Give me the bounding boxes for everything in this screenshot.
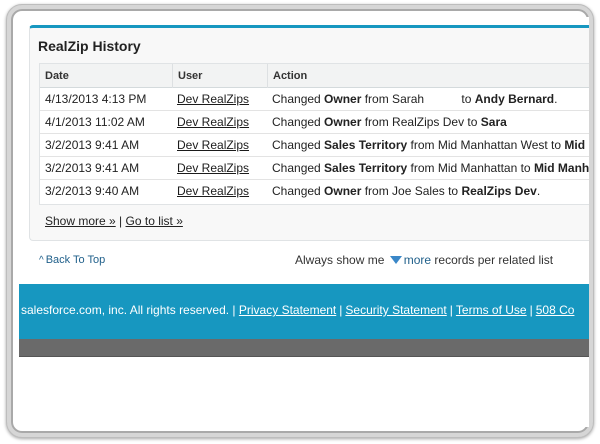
row-action: Changed Owner from Sarah to Andy Bernard… xyxy=(272,88,557,111)
table-row: 3/2/2013 9:40 AM Dev RealZips Changed Ow… xyxy=(40,180,589,203)
action-text: from Mid Manhattan to xyxy=(407,161,534,175)
column-header-user[interactable]: User xyxy=(172,64,267,88)
table-row: 3/2/2013 9:41 AM Dev RealZips Changed Sa… xyxy=(40,134,589,157)
horizontal-scrollbar-area xyxy=(19,339,589,357)
browser-viewport: RealZip History Date User Action 4/13/20… xyxy=(19,17,589,427)
table-row: 4/13/2013 4:13 PM Dev RealZips Changed O… xyxy=(40,88,589,111)
row-user-link[interactable]: Dev RealZips xyxy=(177,180,249,203)
action-text: . xyxy=(554,92,558,106)
back-to-top-link[interactable]: ^ Back To Top xyxy=(39,254,105,266)
privacy-statement-link[interactable]: Privacy Statement xyxy=(239,303,336,317)
action-field: Sales Territory xyxy=(324,138,408,152)
action-text: from Sarah xyxy=(361,92,428,106)
action-field: Owner xyxy=(324,184,362,198)
list-pagination-links: Show more » | Go to list » xyxy=(45,214,183,228)
action-text: Changed xyxy=(272,184,325,198)
link-separator: | xyxy=(119,214,123,228)
row-user-link[interactable]: Dev RealZips xyxy=(177,134,249,157)
history-table: Date User Action 4/13/2013 4:13 PM Dev R… xyxy=(39,63,589,205)
action-text: to xyxy=(461,92,475,106)
security-statement-link[interactable]: Security Statement xyxy=(345,303,446,317)
footer-text: 4 salesforce.com, inc. All rights reserv… xyxy=(19,303,574,317)
row-date: 3/2/2013 9:41 AM xyxy=(45,161,140,175)
action-new-value: Mid Manha xyxy=(533,161,589,175)
copyright-text: 4 salesforce.com, inc. All rights reserv… xyxy=(19,303,236,317)
row-user-link[interactable]: Dev RealZips xyxy=(177,111,249,134)
row-action: Changed Owner from Joe Sales to RealZips… xyxy=(272,180,540,203)
dropdown-triangle-icon[interactable] xyxy=(389,255,402,264)
action-new-value: Sara xyxy=(480,115,507,129)
row-user-link[interactable]: Dev RealZips xyxy=(177,88,249,111)
action-text: Changed xyxy=(272,161,325,175)
column-header-action[interactable]: Action xyxy=(267,64,589,88)
action-text: Changed xyxy=(272,92,325,106)
table-header: Date User Action xyxy=(40,64,589,88)
caret-up-icon: ^ xyxy=(39,255,44,266)
table-row: 3/2/2013 9:41 AM Dev RealZips Changed Sa… xyxy=(40,157,589,180)
column-header-date[interactable]: Date xyxy=(40,64,172,88)
row-date: 3/2/2013 9:40 AM xyxy=(45,184,140,198)
row-action: Changed Sales Territory from Mid Manhatt… xyxy=(272,157,589,180)
action-field: Owner xyxy=(324,115,362,129)
action-text: Changed xyxy=(272,115,325,129)
screenshot-frame: RealZip History Date User Action 4/13/20… xyxy=(6,4,594,438)
more-records-link[interactable]: more xyxy=(404,253,431,267)
row-action: Changed Sales Territory from Mid Manhatt… xyxy=(272,134,589,157)
action-new-value: Andy Bernard xyxy=(474,92,555,106)
always-show-suffix: records per related list xyxy=(434,253,554,267)
action-new-value: RealZips Dev xyxy=(461,184,537,198)
action-text: Changed xyxy=(272,138,325,152)
footer-separator: | xyxy=(529,303,533,317)
related-list-panel: RealZip History Date User Action 4/13/20… xyxy=(29,25,589,241)
footer-separator: | xyxy=(449,303,453,317)
go-to-list-link[interactable]: Go to list » xyxy=(126,214,183,228)
action-text: . xyxy=(536,184,541,198)
show-more-link[interactable]: Show more » xyxy=(45,214,116,228)
row-user-link[interactable]: Dev RealZips xyxy=(177,157,249,180)
terms-of-use-link[interactable]: Terms of Use xyxy=(456,303,527,317)
records-per-list-control: Always show me more records per related … xyxy=(295,253,553,267)
always-show-prefix: Always show me xyxy=(295,253,385,267)
panel-title: RealZip History xyxy=(38,38,141,54)
footer-separator: | xyxy=(339,303,343,317)
table-row: 4/1/2013 11:02 AM Dev RealZips Changed O… xyxy=(40,111,589,134)
row-date: 4/1/2013 11:02 AM xyxy=(45,115,145,129)
row-date: 4/13/2013 4:13 PM xyxy=(45,92,147,106)
action-text: from RealZips Dev to xyxy=(361,115,481,129)
back-to-top-label: Back To Top xyxy=(45,254,106,266)
section-508-link[interactable]: 508 Co xyxy=(536,303,575,317)
action-field: Owner xyxy=(324,92,362,106)
action-text: from Mid Manhattan West to xyxy=(407,138,565,152)
action-field: Sales Territory xyxy=(324,161,408,175)
action-new-value: Mid M xyxy=(564,138,589,152)
row-action: Changed Owner from RealZips Dev to Sara xyxy=(272,111,507,134)
action-text: from Joe Sales to xyxy=(361,184,462,198)
page-footer: 4 salesforce.com, inc. All rights reserv… xyxy=(19,284,589,339)
row-date: 3/2/2013 9:41 AM xyxy=(45,138,140,152)
